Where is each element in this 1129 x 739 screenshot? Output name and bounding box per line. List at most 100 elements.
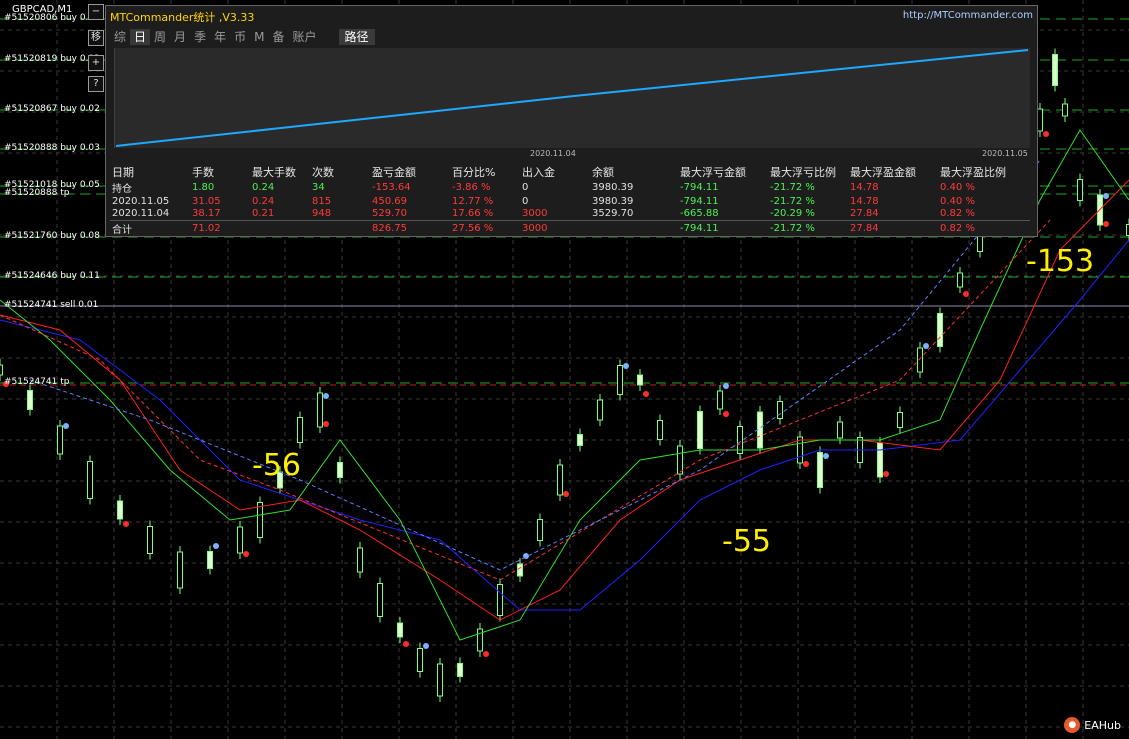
candle-body — [497, 584, 503, 616]
candle-body — [897, 412, 903, 428]
table-cell: 3000 — [522, 208, 548, 220]
column-header: 余额 — [592, 166, 614, 179]
candle-body — [57, 425, 63, 455]
candle-body — [417, 648, 423, 672]
table-cell: 3980.39 — [592, 182, 634, 193]
order-label: #51521760 buy 0.08 — [4, 231, 100, 241]
help-button[interactable]: ? — [88, 76, 104, 92]
trade-arrow — [723, 411, 729, 417]
trend-line — [0, 219, 1051, 581]
table-cell: -794.11 — [680, 195, 719, 207]
total-cell — [590, 220, 678, 236]
trade-arrow — [323, 421, 329, 427]
table-cell: 0.40 % — [940, 195, 975, 207]
watermark-text: EAHub — [1084, 718, 1121, 732]
candle-body — [537, 519, 543, 541]
annotation-loss: -55 — [722, 524, 771, 559]
annotation-loss: -153 — [1026, 244, 1095, 279]
column-header: 日期 — [112, 166, 134, 179]
candle-body — [237, 526, 243, 554]
trade-arrow — [1103, 221, 1109, 227]
candle-body — [957, 272, 963, 288]
candle-body — [637, 374, 643, 386]
table-cell: 3529.70 — [592, 208, 634, 220]
total-cell — [250, 220, 310, 236]
table-cell: 0.24 — [252, 182, 275, 193]
candle-body — [207, 551, 213, 569]
tab-period[interactable]: M — [250, 29, 268, 45]
panel-url-link[interactable]: http://MTCommander.com — [903, 10, 1033, 21]
tab-period[interactable]: 周 — [150, 29, 170, 45]
trade-arrow — [403, 641, 409, 647]
eahub-logo-icon: ● — [1064, 717, 1081, 733]
candle-body — [837, 421, 843, 439]
ma-line — [0, 179, 1129, 621]
candle-body — [1077, 179, 1083, 201]
candle-body — [1062, 103, 1068, 117]
column-header: 最大浮亏金额 — [680, 166, 746, 179]
watermark: ● EAHub — [1064, 717, 1121, 733]
tab-period[interactable]: 日 — [130, 29, 151, 45]
table-cell: 815 — [312, 195, 332, 207]
table-cell: 0.40 % — [940, 182, 975, 193]
table-cell: -3.86 % — [452, 182, 491, 193]
candle-body — [27, 390, 33, 410]
total-cell: 826.75 — [370, 220, 450, 236]
candle-body — [0, 364, 3, 376]
expand-button[interactable]: + — [88, 55, 104, 71]
column-header: 最大浮盈比例 — [940, 166, 1006, 179]
tab-period[interactable]: 账户 — [288, 29, 320, 45]
total-row: 合计 71.02 826.75 27.56 % 3000 -794.11 -21.72 % 2… — [110, 220, 1030, 236]
tab-period[interactable]: 综 — [110, 29, 130, 45]
table-cell: 14.78 — [850, 182, 879, 193]
tab-period[interactable]: 季 — [190, 29, 210, 45]
total-cell: -794.11 — [678, 220, 768, 236]
table-row: 2020.11.05 31.05 0.24 815 450.69 12.77 % 0 3980… — [110, 195, 1030, 208]
path-button[interactable]: 路径 — [338, 29, 375, 45]
tab-period[interactable]: 币 — [230, 29, 250, 45]
candle-body — [577, 434, 583, 446]
candle-body — [357, 547, 363, 573]
minimize-button[interactable]: − — [88, 4, 104, 20]
table-cell: 0 — [522, 182, 529, 193]
trade-arrow — [723, 383, 729, 389]
candle-body — [617, 365, 623, 395]
trade-arrow — [623, 363, 629, 369]
column-header: 最大浮盈金额 — [850, 166, 916, 179]
order-label: #51520819 buy 0.02 — [4, 54, 100, 64]
move-button[interactable]: 移 — [88, 30, 104, 46]
candle-body — [1052, 54, 1058, 86]
table-row: 2020.11.04 38.17 0.21 948 529.70 17.66 % 3000 3… — [110, 208, 1030, 221]
tab-period[interactable]: 备 — [268, 29, 288, 45]
total-cell: 71.02 — [190, 220, 250, 236]
table-cell: -20.29 % — [770, 208, 815, 220]
candle-body — [597, 399, 603, 421]
annotation-loss: -56 — [252, 448, 301, 483]
table-cell: -153.64 — [372, 182, 411, 193]
table-cell: 31.05 — [192, 195, 221, 207]
order-label: #51520888 buy 0.03 — [4, 143, 100, 153]
mtcommander-stats-panel: MTCommander统计 ,V3.33 http://MTCommander.… — [105, 5, 1038, 237]
table-cell: -21.72 % — [770, 182, 815, 193]
trade-arrow — [483, 651, 489, 657]
column-header: 出入金 — [522, 166, 555, 179]
total-cell: 27.84 — [848, 220, 938, 236]
candle-body — [517, 563, 523, 577]
ma-line — [0, 239, 1129, 611]
tab-period[interactable]: 月 — [170, 29, 190, 45]
trade-arrow — [823, 453, 829, 459]
tab-period[interactable]: 年 — [210, 29, 230, 45]
candle-body — [717, 390, 723, 410]
candle-body — [297, 417, 303, 443]
trade-arrow — [423, 643, 429, 649]
trade-arrow — [123, 521, 129, 527]
table-cell: -21.72 % — [770, 195, 815, 207]
candle-body — [917, 347, 923, 373]
candle-body — [697, 411, 703, 449]
candle-body — [437, 663, 443, 697]
table-cell: 2020.11.05 — [112, 195, 170, 207]
order-label: #51524646 buy 0.11 — [4, 271, 100, 281]
candle-body — [337, 462, 343, 478]
candle-body — [657, 420, 663, 440]
order-label: #51520888 tp — [4, 188, 70, 198]
